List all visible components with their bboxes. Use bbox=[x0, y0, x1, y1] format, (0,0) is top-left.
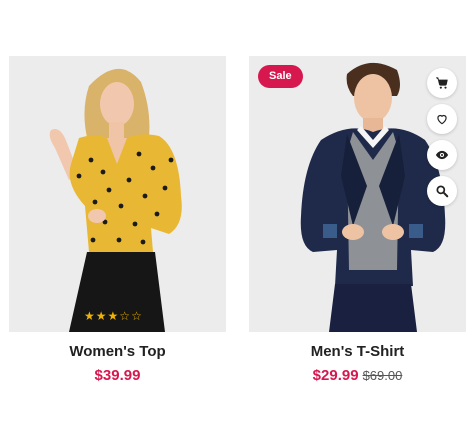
womens-top-photo bbox=[49, 68, 182, 332]
star-filled-icon: ★ bbox=[84, 309, 96, 323]
star-empty-icon: ☆ bbox=[131, 309, 143, 323]
add-to-cart-button[interactable] bbox=[427, 68, 457, 98]
heart-icon bbox=[437, 114, 447, 125]
star-filled-icon: ★ bbox=[95, 309, 108, 323]
original-price: $69.00 bbox=[362, 368, 403, 383]
product-price: $39.99 bbox=[94, 367, 141, 384]
search-icon bbox=[436, 185, 449, 198]
product-card[interactable]: Sale Men's T-Shirt $29.99 $69.00 bbox=[249, 56, 466, 385]
product-image[interactable]: Sale bbox=[249, 56, 466, 332]
wishlist-button[interactable] bbox=[427, 104, 457, 134]
rating-stars: ★★★☆☆ bbox=[84, 309, 143, 323]
product-price: $29.99 bbox=[312, 367, 359, 384]
star-filled-icon: ★ bbox=[107, 309, 120, 323]
quick-view-button[interactable] bbox=[427, 140, 457, 170]
eye-icon bbox=[435, 150, 449, 160]
product-name[interactable]: Women's Top bbox=[9, 343, 226, 360]
star-empty-icon: ☆ bbox=[119, 309, 132, 323]
sale-badge: Sale bbox=[258, 65, 303, 88]
price-row: $29.99 $69.00 bbox=[249, 367, 466, 385]
search-button[interactable] bbox=[427, 176, 457, 206]
product-name[interactable]: Men's T-Shirt bbox=[249, 343, 466, 360]
cart-icon bbox=[436, 77, 448, 89]
price-row: $39.99 bbox=[9, 367, 226, 385]
product-card[interactable]: ★★★☆☆ Women's Top $39.99 bbox=[9, 56, 226, 385]
product-image[interactable]: ★★★☆☆ bbox=[9, 56, 226, 332]
